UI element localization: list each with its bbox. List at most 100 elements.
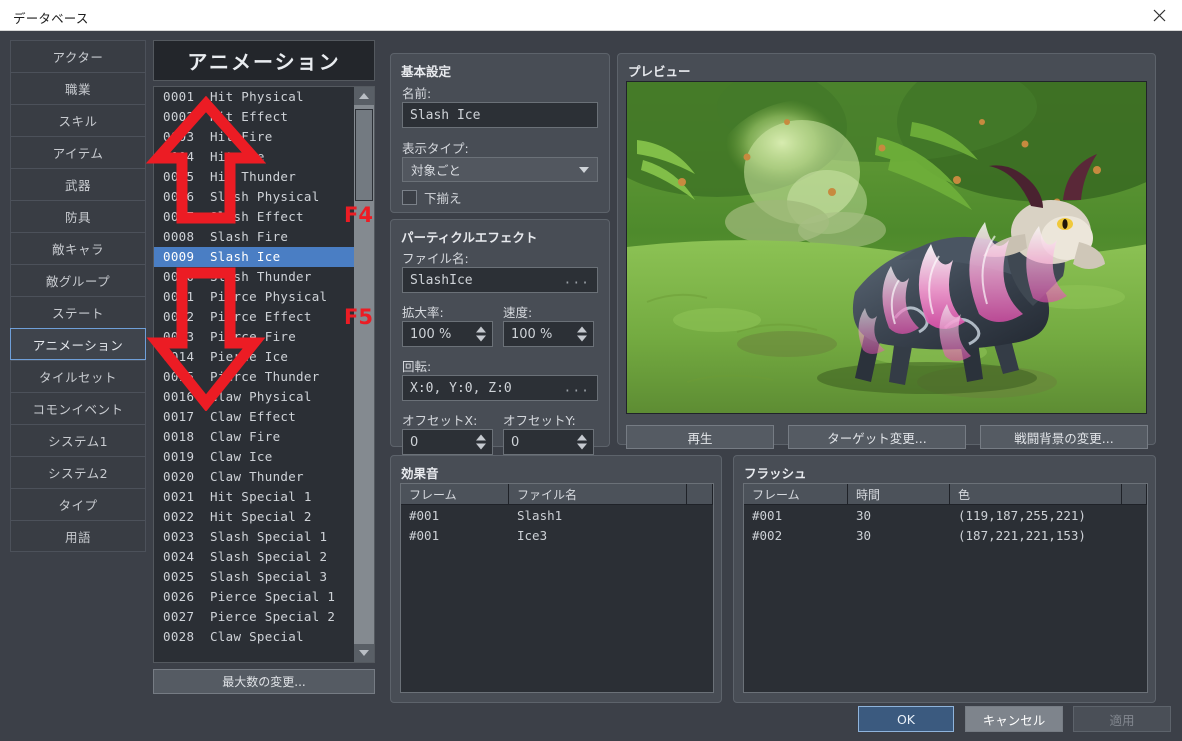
table-row[interactable]: #001Slash1 <box>401 505 713 525</box>
list-item[interactable]: 0015 Pierce Thunder <box>154 367 354 387</box>
list-item[interactable]: 0018 Claw Fire <box>154 427 354 447</box>
table-row[interactable]: #00130(119,187,255,221) <box>744 505 1147 525</box>
list-item[interactable]: 0013 Pierce Fire <box>154 327 354 347</box>
spin-down-icon[interactable] <box>577 336 587 342</box>
list-item-id: 0024 <box>163 549 194 564</box>
list-item-name: Pierce Thunder <box>210 369 320 384</box>
sidebar-item-11[interactable]: コモンイベント <box>10 392 146 424</box>
column-header[interactable]: ファイル名 <box>509 484 687 504</box>
list-item[interactable]: 0005 Hit Thunder <box>154 167 354 187</box>
list-item[interactable]: 0008 Slash Fire <box>154 227 354 247</box>
sidebar-item-label: アニメーション <box>33 335 124 354</box>
list-item[interactable]: 0010 Slash Thunder <box>154 267 354 287</box>
table-row[interactable]: #00230(187,221,221,153) <box>744 525 1147 545</box>
sidebar-item-12[interactable]: システム1 <box>10 424 146 456</box>
scale-spin-buttons[interactable] <box>476 327 486 342</box>
animation-listbox[interactable]: 0001 Hit Physical0002 Hit Effect0003 Hit… <box>153 86 375 663</box>
list-item[interactable]: 0019 Claw Ice <box>154 447 354 467</box>
bottom-align-checkbox-row[interactable]: 下揃え <box>402 188 462 207</box>
sidebar-item-0[interactable]: アクター <box>10 40 146 72</box>
sidebar-item-15[interactable]: 用語 <box>10 520 146 552</box>
column-header[interactable]: フレーム <box>744 484 848 504</box>
spin-up-icon[interactable] <box>577 435 587 441</box>
scroll-up-button[interactable] <box>354 87 374 105</box>
list-item[interactable]: 0023 Slash Special 1 <box>154 527 354 547</box>
list-item[interactable]: 0027 Pierce Special 2 <box>154 607 354 627</box>
list-item[interactable]: 0007 Slash Effect <box>154 207 354 227</box>
speed-stepper[interactable]: 100 % <box>503 321 594 347</box>
offset-x-spin-buttons[interactable] <box>476 435 486 450</box>
spin-down-icon[interactable] <box>577 444 587 450</box>
sidebar-item-9[interactable]: アニメーション <box>10 328 146 360</box>
list-item[interactable]: 0009 Slash Ice <box>154 247 356 267</box>
list-item[interactable]: 0020 Claw Thunder <box>154 467 354 487</box>
sidebar-item-4[interactable]: 武器 <box>10 168 146 200</box>
spin-up-icon[interactable] <box>476 435 486 441</box>
list-item[interactable]: 0024 Slash Special 2 <box>154 547 354 567</box>
spin-up-icon[interactable] <box>577 327 587 333</box>
sidebar-item-13[interactable]: システム2 <box>10 456 146 488</box>
sidebar-item-1[interactable]: 職業 <box>10 72 146 104</box>
name-input[interactable]: Slash Ice <box>402 102 598 128</box>
spin-up-icon[interactable] <box>476 327 486 333</box>
list-item[interactable]: 0017 Claw Effect <box>154 407 354 427</box>
column-header[interactable]: 時間 <box>848 484 950 504</box>
ok-button[interactable]: OK <box>858 706 954 732</box>
play-button[interactable]: 再生 <box>626 425 774 449</box>
list-item[interactable]: 0001 Hit Physical <box>154 87 354 107</box>
close-icon[interactable] <box>1137 0 1182 31</box>
column-header[interactable] <box>1122 484 1147 504</box>
scale-stepper[interactable]: 100 % <box>402 321 493 347</box>
display-type-select[interactable]: 対象ごと <box>402 157 598 182</box>
change-target-button[interactable]: ターゲット変更... <box>788 425 966 449</box>
spin-down-icon[interactable] <box>476 336 486 342</box>
list-item[interactable]: 0006 Slash Physical <box>154 187 354 207</box>
list-item[interactable]: 0026 Pierce Special 1 <box>154 587 354 607</box>
apply-button[interactable]: 適用 <box>1073 706 1171 732</box>
sidebar-item-7[interactable]: 敵グループ <box>10 264 146 296</box>
list-item[interactable]: 0022 Hit Special 2 <box>154 507 354 527</box>
list-item[interactable]: 0014 Pierce Ice <box>154 347 354 367</box>
animation-list-scrollbar[interactable] <box>354 87 374 662</box>
list-item[interactable]: 0016 Claw Physical <box>154 387 354 407</box>
list-item[interactable]: 0003 Hit Fire <box>154 127 354 147</box>
animation-list-scrollview: 0001 Hit Physical0002 Hit Effect0003 Hit… <box>154 87 354 662</box>
offset-y-spin-buttons[interactable] <box>577 435 587 450</box>
list-item[interactable]: 0004 Hit Ice <box>154 147 354 167</box>
column-header[interactable] <box>687 484 713 504</box>
list-item[interactable]: 0028 Claw Special <box>154 627 354 647</box>
particle-filename-input[interactable]: SlashIce ... <box>402 267 598 293</box>
sidebar-item-2[interactable]: スキル <box>10 104 146 136</box>
change-battleback-button[interactable]: 戦闘背景の変更... <box>980 425 1148 449</box>
scroll-down-button[interactable] <box>354 644 374 662</box>
sidebar-item-6[interactable]: 敵キャラ <box>10 232 146 264</box>
flash-table[interactable]: フレーム時間色 #00130(119,187,255,221)#00230(18… <box>743 483 1148 693</box>
list-item[interactable]: 0012 Pierce Effect <box>154 307 354 327</box>
sidebar-item-10[interactable]: タイルセット <box>10 360 146 392</box>
column-header[interactable]: 色 <box>950 484 1122 504</box>
list-item[interactable]: 0002 Hit Effect <box>154 107 354 127</box>
list-item-name: Hit Ice <box>210 149 265 164</box>
speed-spin-buttons[interactable] <box>577 327 587 342</box>
sidebar-item-3[interactable]: アイテム <box>10 136 146 168</box>
change-max-number-button[interactable]: 最大数の変更... <box>153 669 375 694</box>
browse-ellipsis-icon[interactable]: ... <box>564 273 590 288</box>
table-row[interactable]: #001Ice3 <box>401 525 713 545</box>
spin-down-icon[interactable] <box>476 444 486 450</box>
column-header[interactable]: フレーム <box>401 484 509 504</box>
offset-x-stepper[interactable]: 0 <box>402 429 493 455</box>
list-item[interactable]: 0021 Hit Special 1 <box>154 487 354 507</box>
sound-effects-table[interactable]: フレームファイル名 #001Slash1#001Ice3 <box>400 483 714 693</box>
list-item[interactable]: 0025 Slash Special 3 <box>154 567 354 587</box>
offset-y-stepper[interactable]: 0 <box>503 429 594 455</box>
bottom-align-checkbox[interactable] <box>402 190 417 205</box>
rotation-browse-ellipsis-icon[interactable]: ... <box>564 381 590 396</box>
list-item[interactable]: 0011 Pierce Physical <box>154 287 354 307</box>
animation-preview-canvas[interactable] <box>626 81 1147 414</box>
scrollbar-thumb[interactable] <box>355 109 373 201</box>
sidebar-item-14[interactable]: タイプ <box>10 488 146 520</box>
rotation-input[interactable]: X:0, Y:0, Z:0 ... <box>402 375 598 401</box>
sidebar-item-5[interactable]: 防具 <box>10 200 146 232</box>
cancel-button[interactable]: キャンセル <box>965 706 1063 732</box>
sidebar-item-8[interactable]: ステート <box>10 296 146 328</box>
